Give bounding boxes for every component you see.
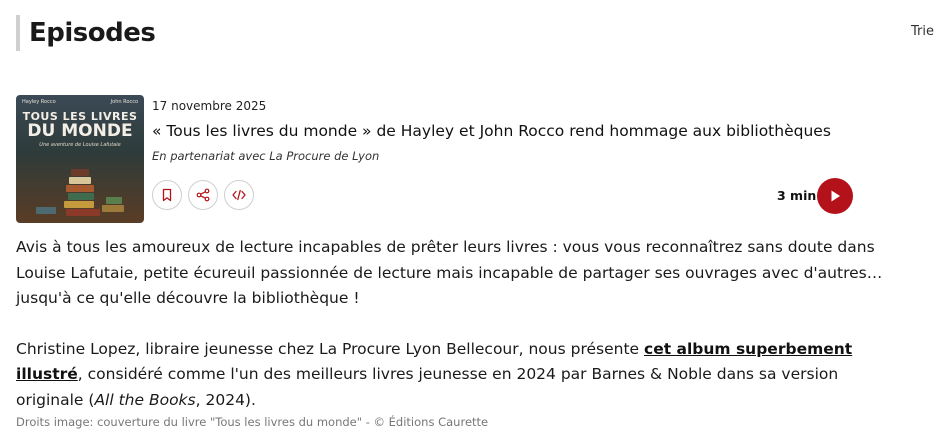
section-accent-bar — [16, 15, 20, 51]
play-icon — [831, 190, 840, 202]
sort-dropdown[interactable]: Trie — [911, 24, 934, 39]
cover-title-line2: DU MONDE — [27, 121, 133, 141]
description-paragraph-2: Christine Lopez, libraire jeunesse chez … — [16, 339, 853, 409]
image-credit: Droits image: couverture du livre "Tous … — [16, 415, 489, 429]
play-button[interactable] — [817, 178, 853, 214]
cover-author-right: John Rocco — [110, 99, 138, 105]
episode-date: 17 novembre 2025 — [152, 99, 267, 113]
section-title: Episodes — [29, 18, 156, 48]
share-icon — [196, 188, 210, 202]
episode-description: Avis à tous les amoureux de lecture inca… — [16, 235, 896, 413]
bookmark-button[interactable] — [152, 180, 182, 210]
episode-cover-image[interactable]: Hayley Rocco John Rocco TOUS LES LIVRES … — [16, 95, 144, 223]
episode-duration: 3 min — [777, 188, 817, 203]
episode-partner: En partenariat avec La Procure de Lyon — [152, 149, 380, 163]
cover-author-left: Hayley Rocco — [22, 99, 56, 105]
code-icon — [232, 189, 246, 201]
section-header: Episodes — [16, 14, 156, 52]
cover-subtitle: Une aventure de Louise Lafutaie — [39, 142, 121, 148]
cover-illustration — [36, 157, 124, 217]
description-paragraph-1: Avis à tous les amoureux de lecture inca… — [16, 238, 883, 307]
share-button[interactable] — [188, 180, 218, 210]
bookmark-icon — [162, 188, 172, 202]
cover-authors: Hayley Rocco John Rocco — [16, 99, 144, 105]
embed-button[interactable] — [224, 180, 254, 210]
episode-title[interactable]: « Tous les livres du monde » de Hayley e… — [152, 122, 831, 140]
